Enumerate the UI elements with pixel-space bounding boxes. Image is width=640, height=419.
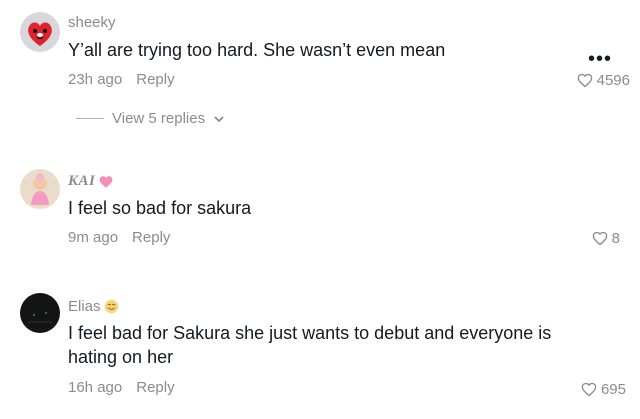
like-button[interactable]: 8 xyxy=(592,230,620,247)
timestamp: 16h ago xyxy=(68,379,123,396)
like-count: 695 xyxy=(600,381,626,398)
comment-meta: 23h ago Reply xyxy=(68,71,175,88)
divider-line xyxy=(76,118,104,119)
like-count: 8 xyxy=(611,230,620,247)
smiling-face-icon xyxy=(104,299,118,314)
username[interactable]: Elias xyxy=(68,298,119,315)
dark-avatar-icon xyxy=(20,293,60,333)
comment-meta: 9m ago Reply xyxy=(68,229,170,246)
heart-outline-icon xyxy=(592,231,607,246)
username[interactable]: sheeky xyxy=(68,14,116,31)
comment-meta: 16h ago Reply xyxy=(68,379,175,396)
username-text: KAI xyxy=(68,173,96,189)
reply-button[interactable]: Reply xyxy=(132,229,170,246)
avatar[interactable] xyxy=(20,12,60,52)
baby-photo-avatar-icon xyxy=(20,169,60,209)
comment-text: Y’all are trying too hard. She wasn’t ev… xyxy=(68,40,446,60)
chevron-down-icon xyxy=(214,115,224,122)
heart-outline-icon xyxy=(581,382,597,397)
avatar[interactable] xyxy=(20,293,60,333)
reply-button[interactable]: Reply xyxy=(136,379,174,396)
red-heart-character-avatar-icon xyxy=(20,12,60,52)
heart-outline-icon xyxy=(577,73,592,88)
comment-text: I feel so bad for sakura xyxy=(68,198,252,218)
like-button[interactable]: 695 xyxy=(581,381,626,398)
view-replies-button[interactable]: View 5 replies xyxy=(76,110,225,127)
avatar[interactable] xyxy=(20,169,60,209)
view-replies-label: View 5 replies xyxy=(112,110,206,127)
comment-text: I feel bad for Sakura she just wants to … xyxy=(68,323,552,367)
username-text: Elias xyxy=(68,298,101,315)
more-options-icon[interactable]: ••• xyxy=(588,49,612,69)
timestamp: 9m ago xyxy=(68,229,119,246)
reply-button[interactable]: Reply xyxy=(136,71,174,88)
timestamp: 23h ago xyxy=(68,71,123,88)
like-count: 4596 xyxy=(596,72,630,89)
username[interactable]: KAI xyxy=(68,173,114,190)
pink-heart-icon xyxy=(99,175,113,188)
like-button[interactable]: 4596 xyxy=(577,72,630,89)
